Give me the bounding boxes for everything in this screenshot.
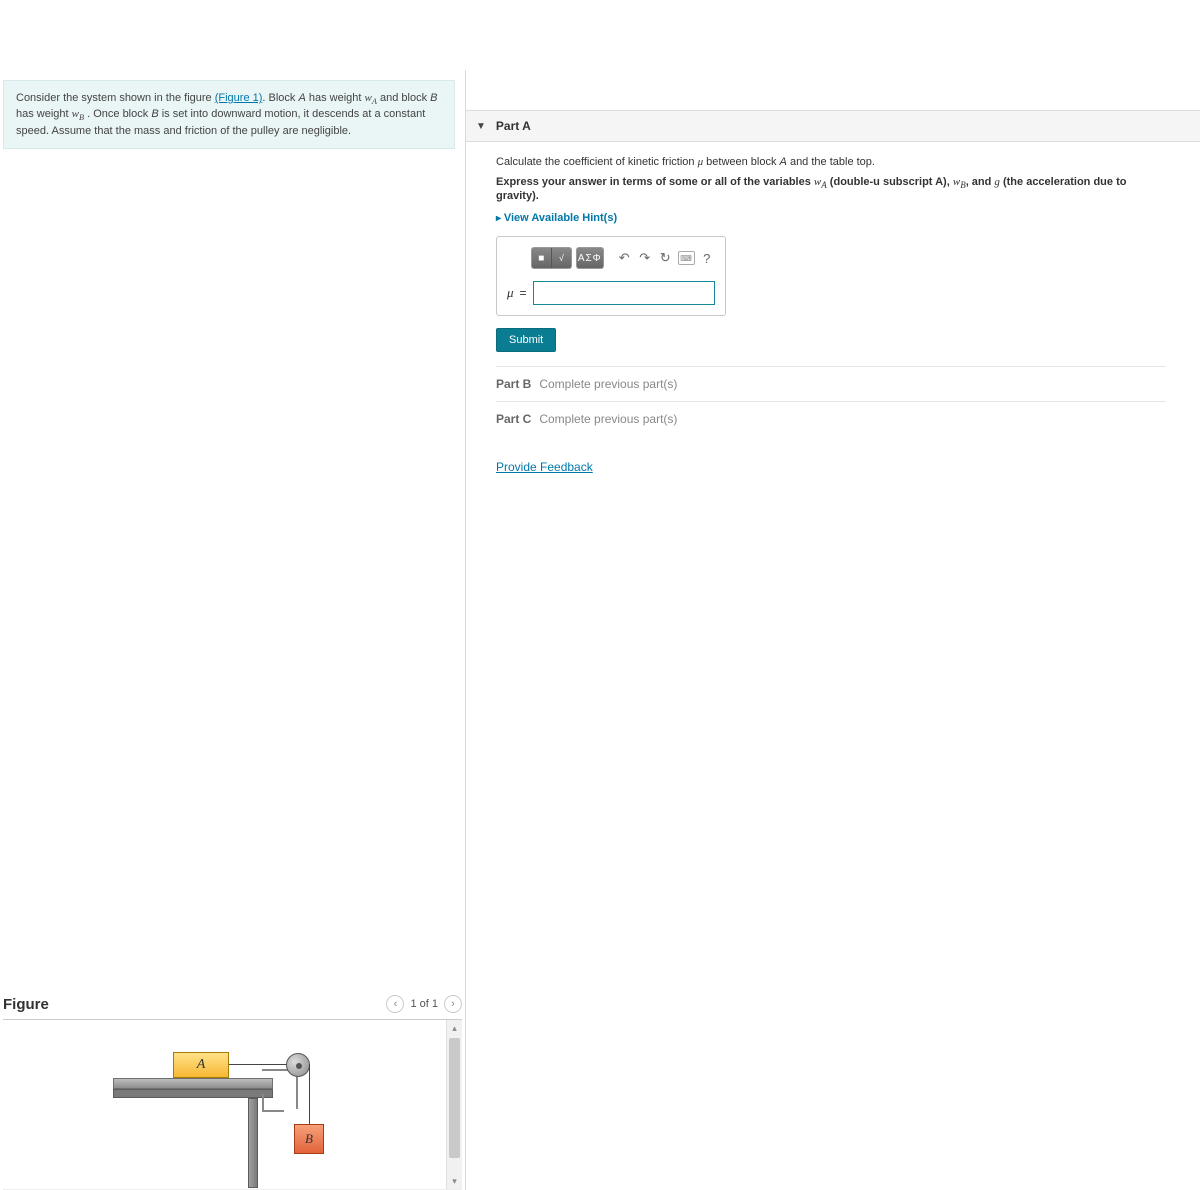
var-A: A [298,92,305,104]
figure-body: A B ▴ ▾ [3,1020,462,1190]
pager-next-button[interactable]: › [444,995,462,1013]
figure-diagram: A B [113,1028,443,1188]
exp-text: Express your answer in terms of some or … [496,176,814,188]
template-button[interactable]: ■ [532,248,552,268]
help-icon[interactable]: ? [699,248,716,268]
var-wA: wA [814,176,827,188]
provide-feedback-link[interactable]: Provide Feedback [496,460,593,474]
var-w: w [365,92,372,104]
question-text: Calculate the coefficient of kinetic fri… [496,156,1166,168]
prompt-text: has weight [16,108,72,120]
answer-box: ■ √ ΑΣΦ ↶ ↷ ↻ ⌨ ? μ = [496,236,726,316]
root-button[interactable]: √ [552,248,571,268]
chevron-down-icon: ▼ [476,121,486,132]
scroll-thumb[interactable] [449,1038,460,1158]
q-text: between block [703,156,779,168]
mu-label: μ [507,285,514,301]
scroll-up-icon[interactable]: ▴ [447,1020,462,1036]
part-a-header[interactable]: ▼ Part A [466,110,1200,142]
prompt-text: . Once block [84,108,151,120]
var-B: B [151,108,158,120]
exp-text: , and [966,176,995,188]
var-wB: wB [72,108,84,120]
rope-horizontal [229,1064,289,1065]
var-B: B [430,92,437,104]
block-b: B [294,1124,324,1154]
greek-group: ΑΣΦ [576,247,604,269]
block-a: A [173,1052,229,1078]
pager-prev-button[interactable]: ‹ [386,995,404,1013]
table-edge [113,1089,273,1098]
figure-pager: ‹ 1 of 1 › [386,995,462,1013]
equation-toolbar: ■ √ ΑΣΦ ↶ ↷ ↻ ⌨ ? [507,247,715,269]
figure-header: Figure ‹ 1 of 1 › [3,989,462,1020]
submit-button[interactable]: Submit [496,328,556,352]
figure-section: Figure ‹ 1 of 1 › A B [0,989,465,1190]
prompt-text: . Block [262,92,298,104]
table-top [113,1078,273,1089]
figure-link[interactable]: (Figure 1) [215,92,263,104]
var-w: w [72,108,79,120]
part-a-body: Calculate the coefficient of kinetic fri… [466,142,1166,488]
scroll-down-icon[interactable]: ▾ [447,1173,462,1189]
var-wA: wA [365,92,377,104]
rope-vertical [309,1064,310,1124]
problem-prompt: Consider the system shown in the figure … [3,80,455,149]
prompt-text: has weight [306,92,365,104]
express-instruction: Express your answer in terms of some or … [496,176,1166,202]
figure-scrollbar[interactable]: ▴ ▾ [446,1020,462,1189]
equals-label: = [520,286,527,300]
pager-label: 1 of 1 [410,998,438,1010]
clamp [262,1094,284,1112]
undo-icon[interactable]: ↶ [616,248,633,268]
part-c-label: Part C [496,412,531,426]
answer-input[interactable] [533,281,715,305]
prompt-text: and block [377,92,430,104]
greek-button[interactable]: ΑΣΦ [577,248,603,268]
part-c-row: Part C Complete previous part(s) [496,401,1166,436]
part-a-label: Part A [496,119,531,133]
part-b-label: Part B [496,377,531,391]
exp-text: (double-u subscript A), [827,176,953,188]
var-A: A [780,156,787,168]
part-b-msg: Complete previous part(s) [539,377,677,391]
part-c-msg: Complete previous part(s) [539,412,677,426]
q-text: Calculate the coefficient of kinetic fri… [496,156,698,168]
figure-title: Figure [3,996,49,1013]
redo-icon[interactable]: ↷ [637,248,654,268]
pulley [286,1053,310,1077]
reset-icon[interactable]: ↻ [657,248,674,268]
part-b-row: Part B Complete previous part(s) [496,366,1166,401]
keyboard-icon[interactable]: ⌨ [678,251,695,265]
table-leg [248,1098,258,1188]
template-group: ■ √ [531,247,572,269]
q-text: and the table top. [787,156,875,168]
var-wB: wB [953,176,966,188]
left-column: Consider the system shown in the figure … [0,70,466,1190]
view-hints-link[interactable]: View Available Hint(s) [496,212,617,224]
spacer [0,159,465,989]
right-column: ▼ Part A Calculate the coefficient of ki… [466,70,1200,1190]
answer-row: μ = [507,281,715,305]
prompt-text: Consider the system shown in the figure [16,92,215,104]
